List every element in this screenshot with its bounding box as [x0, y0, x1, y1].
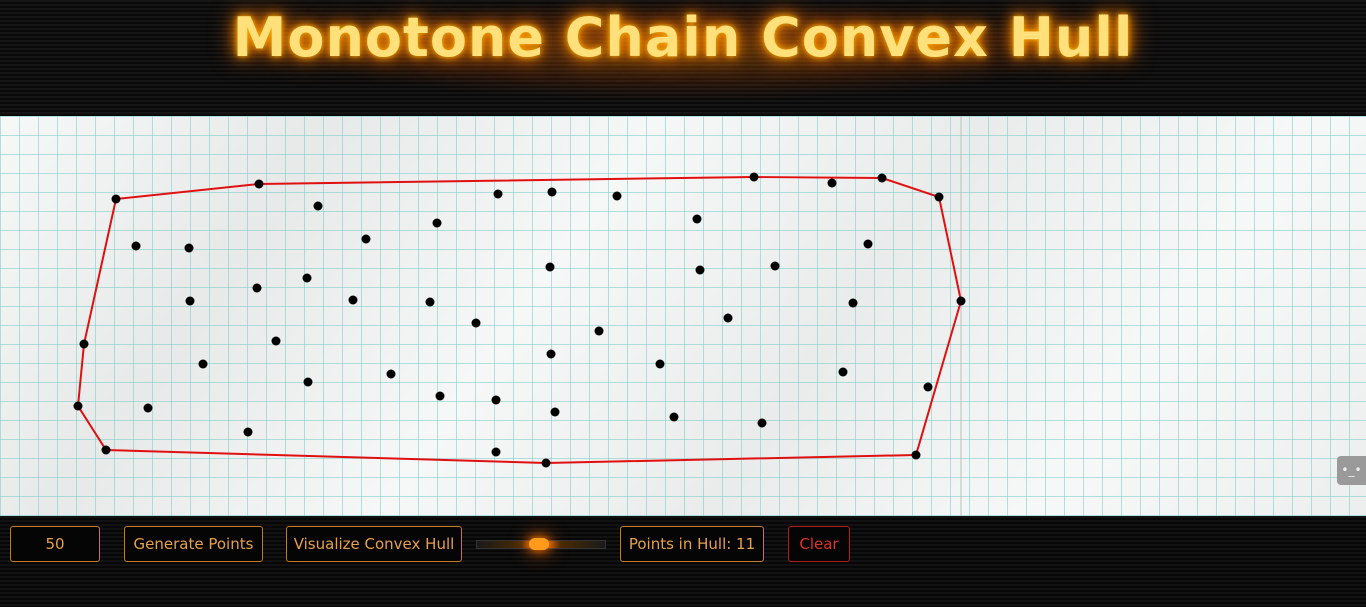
plot-point[interactable]: [594, 326, 604, 336]
plot-point[interactable]: [101, 445, 111, 455]
plot-point[interactable]: [143, 403, 153, 413]
plot-point[interactable]: [770, 261, 780, 271]
plot-point[interactable]: [73, 401, 83, 411]
plot-point[interactable]: [348, 295, 358, 305]
plot-point[interactable]: [838, 367, 848, 377]
plot-point[interactable]: [313, 201, 323, 211]
plot-point[interactable]: [923, 382, 933, 392]
plot-point[interactable]: [723, 313, 733, 323]
plot-point[interactable]: [471, 318, 481, 328]
plot-point[interactable]: [757, 418, 767, 428]
plot-point[interactable]: [612, 191, 622, 201]
plot-point[interactable]: [911, 450, 921, 460]
plot-point[interactable]: [303, 377, 313, 387]
plot-point[interactable]: [669, 412, 679, 422]
plot-point[interactable]: [547, 187, 557, 197]
plot-point[interactable]: [425, 297, 435, 307]
point-count-input[interactable]: 50: [10, 526, 100, 562]
plot-point[interactable]: [749, 172, 759, 182]
plot-point[interactable]: [692, 214, 702, 224]
plot-point[interactable]: [184, 243, 194, 253]
plot-point[interactable]: [198, 359, 208, 369]
plot-point[interactable]: [655, 359, 665, 369]
plot-point[interactable]: [863, 239, 873, 249]
plot-point[interactable]: [254, 179, 264, 189]
app-header: Monotone Chain Convex Hull: [0, 0, 1366, 116]
plot-point[interactable]: [386, 369, 396, 379]
visualize-hull-button[interactable]: Visualize Convex Hull: [286, 526, 462, 562]
plot-point[interactable]: [956, 296, 966, 306]
drawing-canvas[interactable]: [0, 116, 1366, 516]
plot-point[interactable]: [79, 339, 89, 349]
plot-point[interactable]: [545, 262, 555, 272]
speed-slider[interactable]: [476, 538, 606, 550]
slider-thumb[interactable]: [529, 538, 549, 550]
plot-point[interactable]: [131, 241, 141, 251]
plot-point[interactable]: [432, 218, 442, 228]
page-title: Monotone Chain Convex Hull: [232, 6, 1134, 69]
plot-point[interactable]: [271, 336, 281, 346]
plot-point[interactable]: [827, 178, 837, 188]
plot-point[interactable]: [243, 427, 253, 437]
plot-point[interactable]: [111, 194, 121, 204]
plot-point[interactable]: [877, 173, 887, 183]
plot-point[interactable]: [695, 265, 705, 275]
plot-point[interactable]: [491, 447, 501, 457]
plot-point[interactable]: [541, 458, 551, 468]
plot-point[interactable]: [848, 298, 858, 308]
plot-point[interactable]: [493, 189, 503, 199]
plot-point[interactable]: [491, 395, 501, 405]
hull-count-display: Points in Hull: 11: [620, 526, 764, 562]
plot-point[interactable]: [550, 407, 560, 417]
plot-point[interactable]: [934, 192, 944, 202]
robot-face-icon[interactable]: •_•: [1337, 456, 1366, 485]
plot-point[interactable]: [435, 391, 445, 401]
plot-point[interactable]: [252, 283, 262, 293]
generate-points-button[interactable]: Generate Points: [124, 526, 263, 562]
plot-point[interactable]: [185, 296, 195, 306]
hull-plot[interactable]: [0, 116, 1366, 516]
control-bar: 50 Generate Points Visualize Convex Hull…: [0, 516, 1366, 607]
clear-button[interactable]: Clear: [788, 526, 850, 562]
hull-polygon: [76, 175, 963, 465]
plot-point[interactable]: [546, 349, 556, 359]
plot-point[interactable]: [302, 273, 312, 283]
plot-point[interactable]: [361, 234, 371, 244]
